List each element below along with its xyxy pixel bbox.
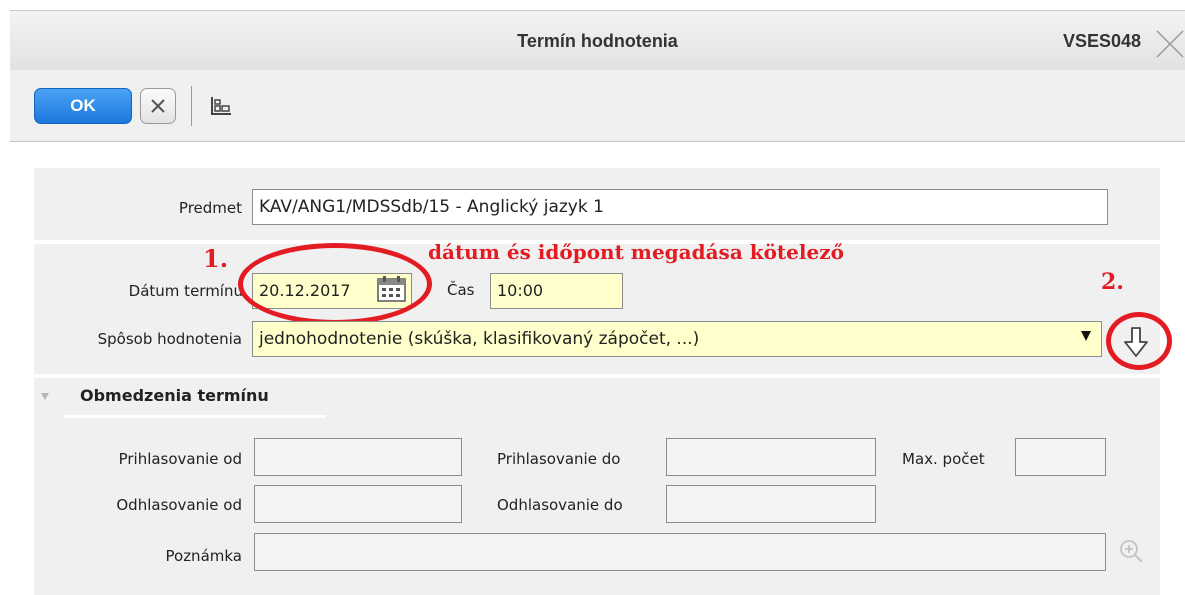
cas-label: Čas — [447, 281, 475, 299]
toolbar-separator — [191, 86, 192, 126]
grid-layout-icon[interactable] — [210, 96, 232, 116]
odhlasovanie-od-field[interactable] — [254, 485, 462, 523]
prihlasovanie-od-field[interactable] — [254, 438, 462, 476]
prihlasovanie-do-field[interactable] — [666, 438, 876, 476]
max-pocet-label: Max. počet — [902, 450, 985, 468]
window-titlebar: Termín hodnotenia VSES048 — [10, 10, 1185, 70]
close-icon — [151, 99, 165, 113]
chevron-down-icon[interactable] — [1081, 331, 1091, 341]
section-title[interactable]: Obmedzenia termínu — [80, 386, 269, 405]
annotation-step-1: 1. — [203, 244, 229, 273]
zoom-in-icon[interactable] — [1118, 538, 1144, 564]
odhlasovanie-od-label: Odhlasovanie od — [116, 496, 242, 514]
poznamka-label: Poznámka — [165, 547, 243, 565]
collapse-triangle-icon[interactable] — [41, 393, 49, 400]
prihlasovanie-od-label: Prihlasovanie od — [118, 450, 242, 468]
form-panel — [34, 168, 1160, 595]
predmet-label: Predmet — [178, 199, 242, 217]
window-code: VSES048 — [1062, 31, 1141, 51]
toolbar: OK — [10, 70, 1185, 142]
window-title: Termín hodnotenia — [517, 31, 678, 51]
annotation-circle-1 — [238, 243, 432, 325]
odhlasovanie-do-label: Odhlasovanie do — [497, 496, 623, 514]
predmet-field[interactable]: KAV/ANG1/MDSSdb/15 - Anglický jazyk 1 — [252, 189, 1108, 225]
poznamka-field[interactable] — [254, 533, 1106, 571]
sposob-label: Spôsob hodnotenia — [97, 330, 242, 348]
datum-label: Dátum termínu — [128, 282, 243, 300]
max-pocet-field[interactable] — [1015, 438, 1106, 476]
cas-field[interactable]: 10:00 — [490, 273, 623, 309]
annotation-circle-2 — [1106, 312, 1172, 370]
ok-button[interactable]: OK — [34, 88, 132, 124]
odhlasovanie-do-field[interactable] — [666, 485, 876, 523]
cancel-button[interactable] — [140, 88, 176, 124]
prihlasovanie-do-label: Prihlasovanie do — [497, 450, 621, 468]
section-underline — [64, 415, 326, 418]
divider — [34, 374, 1160, 378]
annotation-step-2: 2. — [1101, 269, 1124, 295]
annotation-note: dátum és időpont megadása kötelező — [428, 240, 844, 264]
close-icon[interactable] — [1149, 25, 1185, 61]
sposob-select[interactable]: jednohodnotenie (skúška, klasifikovaný z… — [252, 321, 1102, 357]
